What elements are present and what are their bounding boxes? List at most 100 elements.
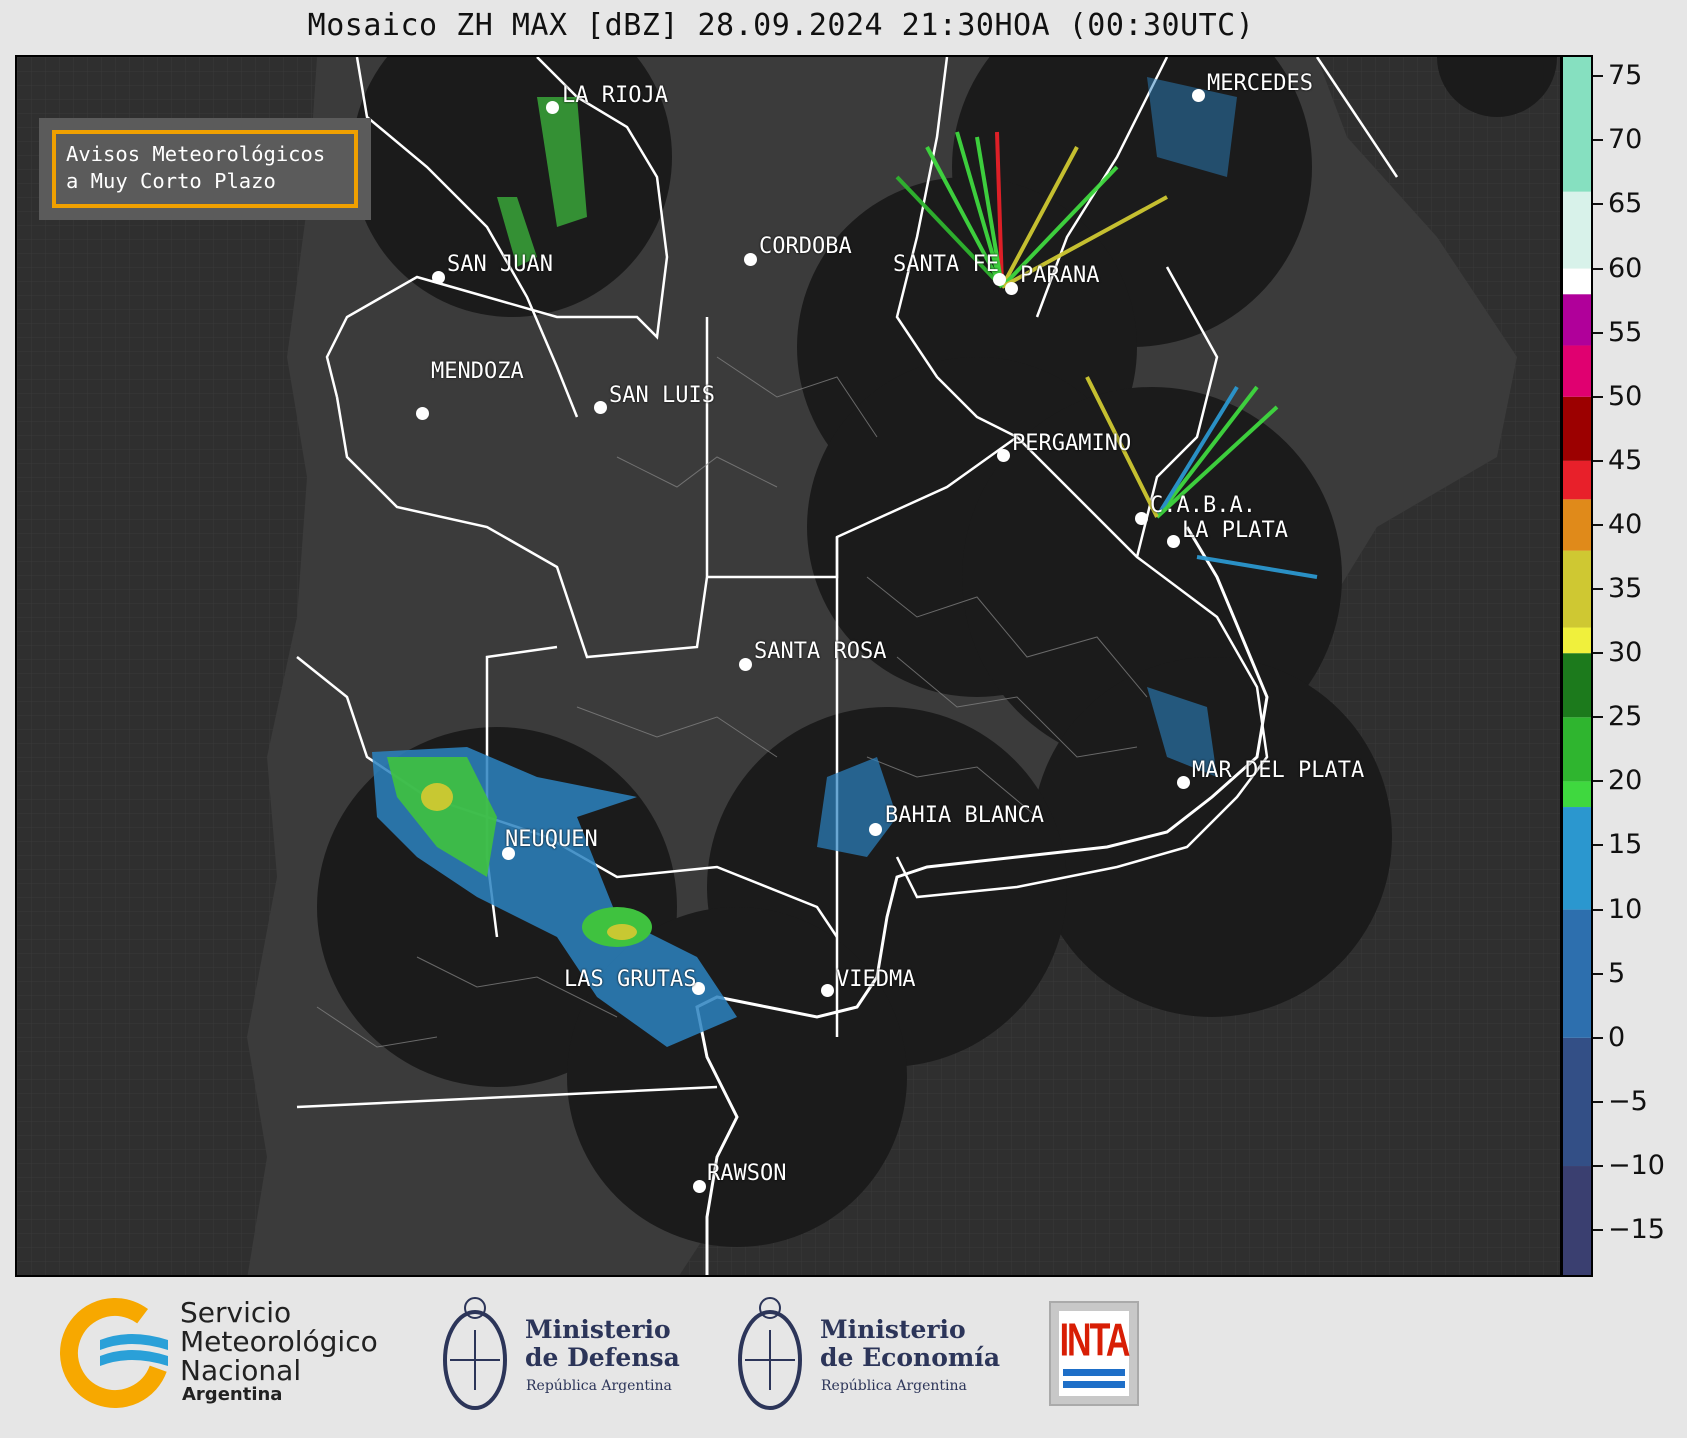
inta-logo-text: INTA <box>1059 1315 1131 1367</box>
colorbar-tick-label: 0 <box>1608 1021 1626 1053</box>
map-title: Mosaico ZH MAX [dBZ] 28.09.2024 21:30HOA… <box>307 8 1255 43</box>
city-label-parana: PARANA <box>1020 263 1100 288</box>
city-dot-viedma[interactable] <box>821 984 834 997</box>
city-dot-mendoza[interactable] <box>416 407 429 420</box>
colorbar-band <box>1563 268 1591 295</box>
city-dot-bahia-blanca[interactable] <box>869 823 882 836</box>
city-dot-san-juan[interactable] <box>432 271 445 284</box>
colorbar-tick-label: 40 <box>1608 508 1643 540</box>
defensa-line-1: Ministerio <box>525 1315 671 1344</box>
city-dot-cordoba[interactable] <box>744 253 757 266</box>
city-label-caba: C.A.B.A. <box>1150 493 1256 518</box>
city-label-rawson: RAWSON <box>707 1161 787 1186</box>
economia-line-1: Ministerio <box>820 1315 966 1344</box>
colorbar-tick <box>1593 523 1603 526</box>
colorbar-tick-label: −10 <box>1608 1150 1665 1182</box>
economia-title: Ministerio de Economía <box>820 1316 1000 1372</box>
city-label-bahia-blanca: BAHIA BLANCA <box>885 803 1044 828</box>
colorbar-tick-label: 65 <box>1608 188 1643 220</box>
colorbar-bands <box>1563 57 1591 1275</box>
smn-name-line-3: Nacional <box>180 1354 302 1387</box>
argentina-coat-of-arms-icon <box>443 1297 507 1410</box>
colorbar-tick <box>1593 908 1603 911</box>
city-label-cordoba: CORDOBA <box>759 234 852 259</box>
warning-badge: Avisos Meteorológicos a Muy Corto Plazo <box>39 118 371 220</box>
colorbar-tick-label: 75 <box>1608 60 1643 92</box>
argentina-coat-of-arms-icon <box>738 1297 802 1410</box>
colorbar-band <box>1563 294 1591 346</box>
colorbar-tick-label: 45 <box>1608 444 1643 476</box>
city-dot-la-rioja[interactable] <box>546 101 559 114</box>
colorbar-tick <box>1593 459 1603 462</box>
dbz-colorbar <box>1561 55 1593 1277</box>
colorbar-tick-label: 60 <box>1608 252 1643 284</box>
colorbar-tick-label: −5 <box>1608 1085 1648 1117</box>
colorbar-band <box>1563 1037 1591 1167</box>
city-label-mar-del-plata: MAR DEL PLATA <box>1192 758 1365 783</box>
city-label-mercedes: MERCEDES <box>1207 71 1313 96</box>
city-dot-mar-del-plata[interactable] <box>1177 776 1190 789</box>
colorbar-band <box>1563 345 1591 397</box>
colorbar-tick-label: 20 <box>1608 765 1643 797</box>
warning-badge-box: Avisos Meteorológicos a Muy Corto Plazo <box>52 130 358 208</box>
city-dot-la-plata[interactable] <box>1167 535 1180 548</box>
colorbar-tick <box>1593 1100 1603 1103</box>
colorbar-tick-label: −15 <box>1608 1214 1665 1246</box>
colorbar-band <box>1563 653 1591 718</box>
city-dot-parana[interactable] <box>1005 282 1018 295</box>
city-label-la-plata: LA PLATA <box>1182 518 1288 543</box>
colorbar-tick <box>1593 139 1603 142</box>
colorbar-tick-label: 70 <box>1608 124 1643 156</box>
badge-line-1: Avisos Meteorológicos <box>66 142 326 166</box>
colorbar-tick <box>1593 395 1603 398</box>
city-dot-rawson[interactable] <box>693 1180 706 1193</box>
colorbar-tick <box>1593 716 1603 719</box>
colorbar-tick <box>1593 972 1603 975</box>
colorbar-band <box>1563 717 1591 782</box>
colorbar-band <box>1563 1166 1591 1275</box>
colorbar-band <box>1563 499 1591 551</box>
city-dot-san-luis[interactable] <box>594 401 607 414</box>
colorbar-band <box>1563 807 1591 910</box>
colorbar-tick <box>1593 844 1603 847</box>
defensa-sub: República Argentina <box>526 1378 672 1394</box>
smn-name-line-1: Servicio <box>180 1296 292 1329</box>
colorbar-band <box>1563 191 1591 269</box>
colorbar-tick-label: 55 <box>1608 316 1643 348</box>
colorbar-tick <box>1593 588 1603 591</box>
colorbar-tick-label: 25 <box>1608 701 1643 733</box>
colorbar-tick <box>1593 652 1603 655</box>
badge-line-2: a Muy Corto Plazo <box>66 169 276 193</box>
city-label-mendoza: MENDOZA <box>431 359 524 384</box>
inta-logo-inner: INTA <box>1059 1311 1131 1396</box>
city-label-viedma: VIEDMA <box>836 967 916 992</box>
colorbar-tick-label: 10 <box>1608 893 1643 925</box>
city-dot-santa-rosa[interactable] <box>739 658 752 671</box>
economia-line-2: de Economía <box>820 1343 1001 1372</box>
colorbar-tick <box>1593 331 1603 334</box>
city-label-las-grutas: LAS GRUTAS <box>564 967 697 992</box>
colorbar-band <box>1563 460 1591 500</box>
colorbar-tick <box>1593 780 1603 783</box>
city-dot-mercedes[interactable] <box>1192 89 1205 102</box>
smn-logo-icon <box>60 1298 170 1408</box>
defensa-line-2: de Defensa <box>525 1343 680 1372</box>
city-dot-pergamino[interactable] <box>997 449 1010 462</box>
colorbar-tick <box>1593 75 1603 78</box>
colorbar-tick <box>1593 203 1603 206</box>
colorbar-tick-label: 50 <box>1608 380 1643 412</box>
colorbar-tick <box>1593 1229 1603 1232</box>
colorbar-band <box>1563 550 1591 628</box>
city-label-san-juan: SAN JUAN <box>447 252 553 277</box>
radar-map[interactable]: Avisos Meteorológicos a Muy Corto Plazo … <box>15 55 1562 1277</box>
city-label-santa-rosa: SANTA ROSA <box>754 639 887 664</box>
colorbar-band <box>1563 627 1591 654</box>
smn-country: Argentina <box>182 1384 283 1405</box>
city-label-san-luis: SAN LUIS <box>609 383 715 408</box>
city-label-santa-fe: SANTA FE <box>893 252 999 277</box>
inta-logo: INTA <box>1049 1301 1139 1406</box>
smn-name-line-2: Meteorológico <box>180 1325 378 1358</box>
colorbar-band <box>1563 396 1591 461</box>
city-dot-caba[interactable] <box>1135 512 1148 525</box>
colorbar-tick <box>1593 1036 1603 1039</box>
